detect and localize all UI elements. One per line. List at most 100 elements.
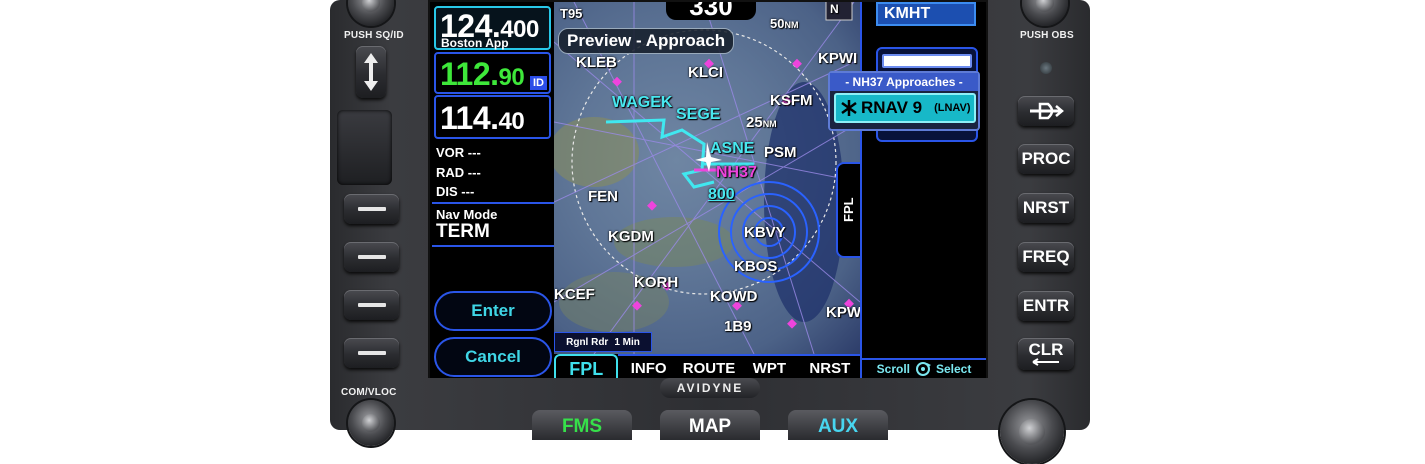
clr-button-label: CLR <box>1028 340 1064 359</box>
ident-tag: ID <box>530 76 547 90</box>
map-label-north: N <box>830 2 839 16</box>
range-ring-25: 25 <box>746 114 763 131</box>
dash-icon <box>357 351 386 355</box>
fms-key[interactable]: FMS <box>532 410 632 440</box>
display-screen: 124.400 Boston App 112.90 ID 114.40 VOR … <box>428 0 988 379</box>
page-tabs: FPL INFO ROUTE WPT NRST <box>554 354 861 379</box>
map-label-25nm: 25NM <box>746 114 777 131</box>
back-arrow-icon <box>1032 358 1059 366</box>
entr-button[interactable]: ENTR <box>1018 291 1074 321</box>
nav-freq-value: 114.40 <box>440 100 525 137</box>
fpl-side-tab[interactable]: FPL <box>836 162 860 258</box>
proc-button[interactable]: PROC <box>1018 144 1074 174</box>
push-sq-id-label: PUSH SQ/ID <box>344 30 404 41</box>
approach-name: RNAV 9 <box>861 98 923 117</box>
com-standby-frequency[interactable]: 112.90 ID <box>434 52 551 94</box>
com-station-name: Boston App <box>441 36 509 50</box>
tab-wpt[interactable]: WPT <box>739 354 800 378</box>
map-label-wagek: WAGEK <box>612 94 673 111</box>
direct-to-button[interactable] <box>1018 96 1074 126</box>
direct-to-icon <box>1030 102 1064 120</box>
map-label-kbvy: KBVY <box>744 224 786 241</box>
rad-label: RAD <box>436 165 465 180</box>
rnav-approach-icon <box>841 100 857 116</box>
left-line-select-key-4[interactable] <box>344 338 399 368</box>
left-line-select-key-1[interactable] <box>344 194 399 224</box>
fms-knob[interactable] <box>1000 400 1064 464</box>
approach-option-rnav9[interactable]: RNAV 9 (LNAV) <box>834 93 976 123</box>
com-standby-freq-major: 112. <box>440 56 499 92</box>
nav-freq-major: 114. <box>440 100 499 136</box>
vor-row: VOR --- <box>436 145 481 160</box>
map-label-kleb: KLEB <box>576 54 617 71</box>
approach-type: (LNAV) <box>934 102 971 114</box>
nav-mode-label: Nav Mode <box>436 207 498 222</box>
nm-unit: NM <box>762 119 777 129</box>
frequency-swap-button[interactable] <box>356 46 386 98</box>
map-label-kcef: KCEF <box>554 286 595 303</box>
nav-frequency[interactable]: 114.40 <box>434 95 551 139</box>
map-label-asne: ASNE <box>710 140 755 157</box>
nrst-button[interactable]: NRST <box>1018 193 1074 223</box>
radar-overlay-status: Rgnl Rdr 1 Min <box>554 332 652 352</box>
dis-value: --- <box>461 184 475 199</box>
nm-unit: NM <box>784 20 799 30</box>
moving-map[interactable]: 330 Preview - Approach T95 N 50NM KPWI K… <box>554 2 860 354</box>
map-label-korh: KORH <box>634 274 679 291</box>
scroll-select-hint: Scroll Select <box>862 358 986 378</box>
nav-freq-minor: 40 <box>498 108 525 135</box>
map-label-fen: FEN <box>588 188 618 205</box>
fpl-side-tab-label: FPL <box>841 197 856 222</box>
tab-fpl[interactable]: FPL <box>554 354 619 379</box>
map-label-kbos: KBOS <box>734 258 778 275</box>
freq-button[interactable]: FREQ <box>1018 242 1074 272</box>
vor-label: VOR <box>436 145 465 160</box>
map-label-50nm: 50NM <box>770 16 798 31</box>
left-line-select-key-2[interactable] <box>344 242 399 272</box>
dash-icon <box>357 303 386 307</box>
photocell-sensor <box>1040 62 1052 74</box>
select-label: Select <box>936 362 972 376</box>
dis-label: DIS <box>436 184 458 199</box>
com-standby-freq-minor: 90 <box>498 64 525 91</box>
map-key[interactable]: MAP <box>660 410 760 440</box>
cancel-softkey[interactable]: Cancel <box>434 337 552 377</box>
divider <box>432 245 554 247</box>
approach-input-field[interactable] <box>882 54 972 68</box>
range-ring-50: 50 <box>770 16 785 31</box>
destination-airport-field[interactable]: KMHT <box>876 2 976 26</box>
map-label-psm: PSM <box>764 144 797 161</box>
com-vloc-knob[interactable] <box>348 400 394 446</box>
dash-icon <box>357 207 386 211</box>
vor-value: --- <box>467 145 481 160</box>
clr-button[interactable]: CLR <box>1018 338 1074 370</box>
scroll-label: Scroll <box>876 362 910 376</box>
map-label-ksfm: KSFM <box>770 92 813 109</box>
dash-icon <box>357 255 386 259</box>
map-preview-title: Preview - Approach <box>558 28 735 54</box>
tab-nrst[interactable]: NRST <box>799 354 861 378</box>
divider <box>432 202 554 204</box>
com-standby-freq-value: 112.90 <box>440 56 525 93</box>
radio-column: 124.400 Boston App 112.90 ID 114.40 VOR … <box>430 2 554 378</box>
knob-rotate-icon <box>916 362 931 376</box>
aux-key[interactable]: AUX <box>788 410 888 440</box>
tab-info[interactable]: INFO <box>618 354 679 378</box>
map-label-t95: T95 <box>560 6 583 21</box>
avidyne-logo: AVIDYNE <box>660 378 760 398</box>
left-line-select-key-3[interactable] <box>344 290 399 320</box>
enter-softkey[interactable]: Enter <box>434 291 552 331</box>
dis-row: DIS --- <box>436 184 474 199</box>
nav-mode-value: TERM <box>436 221 490 242</box>
up-down-arrow-icon <box>364 53 378 91</box>
tab-route[interactable]: ROUTE <box>678 354 740 378</box>
map-label-altitude-800: 800 <box>708 186 735 203</box>
map-range-readout: 330 <box>666 2 756 20</box>
com-active-frequency[interactable]: 124.400 Boston App <box>434 6 551 50</box>
com-vloc-label: COM/VLOC <box>341 387 397 398</box>
map-label-kpw: KPW <box>826 304 860 321</box>
map-label-1b9: 1B9 <box>724 318 752 335</box>
push-obs-label: PUSH OBS <box>1020 30 1074 41</box>
map-label-klci: KLCI <box>688 64 723 81</box>
radar-label: Rgnl Rdr <box>566 336 609 348</box>
